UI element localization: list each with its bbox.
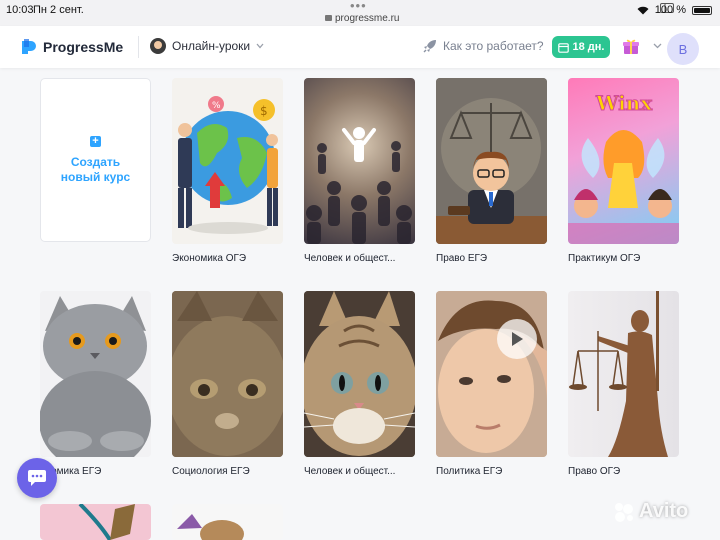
rocket-icon — [423, 40, 436, 53]
course-title[interactable]: Человек и общест... — [304, 466, 420, 477]
course-title[interactable]: Право ЕГЭ — [436, 253, 552, 264]
course-thumbnail-partial — [40, 504, 151, 540]
online-lessons-label: Онлайн-уроки — [172, 39, 251, 53]
course-thumbnail-tabby-cat — [304, 291, 415, 457]
course-title[interactable]: Политика ЕГЭ — [436, 466, 552, 477]
avito-logo-icon — [615, 502, 633, 522]
how-it-works-link[interactable]: Как это работает? — [423, 39, 544, 53]
course-thumbnail-society — [304, 78, 415, 244]
course-card[interactable]: Политика ЕГЭ — [436, 291, 548, 477]
wifi-icon — [637, 6, 649, 14]
chat-button[interactable] — [17, 458, 57, 498]
lessons-avatar-icon — [150, 38, 166, 54]
create-course-card[interactable]: + Создать новый курс — [40, 78, 151, 242]
logo[interactable]: ProgressMe — [20, 38, 123, 55]
course-card[interactable]: Winx Практикум ОГЭ — [568, 78, 680, 264]
avito-watermark: Avito — [613, 500, 688, 523]
svg-text:Winx: Winx — [595, 91, 653, 115]
course-title[interactable]: Экономика ОГЭ — [172, 253, 288, 264]
chat-icon — [28, 470, 46, 486]
battery-percent: 100 % — [654, 4, 686, 16]
course-thumbnail-grey-cat — [40, 291, 151, 457]
status-date: Пн 2 сент. — [33, 4, 84, 16]
course-thumbnail-blurry-cat — [172, 291, 283, 457]
plus-icon: + — [90, 135, 101, 147]
app-header: ProgressMe Онлайн-уроки Как это работает… — [0, 26, 720, 68]
course-thumbnail-law — [436, 78, 547, 244]
calendar-icon — [557, 42, 569, 53]
course-card[interactable]: $ % Экономика ОГЭ — [172, 78, 284, 264]
play-icon — [512, 332, 523, 346]
chevron-down-icon[interactable] — [653, 43, 662, 49]
course-card[interactable]: Право ЕГЭ — [436, 78, 548, 264]
course-card[interactable]: Социология ЕГЭ — [172, 291, 284, 477]
logo-text: ProgressMe — [43, 38, 124, 55]
course-title[interactable]: Право ОГЭ — [568, 466, 684, 477]
course-thumbnail-boy-video — [436, 291, 547, 457]
create-course-label: Создать новый курс — [60, 154, 131, 184]
trial-days-badge[interactable]: 18 дн. — [552, 36, 610, 58]
play-button[interactable] — [497, 319, 537, 359]
online-lessons-dropdown[interactable]: Онлайн-уроки — [150, 38, 264, 54]
course-title[interactable]: Практикум ОГЭ — [568, 253, 684, 264]
how-it-works-label: Как это работает? — [443, 39, 544, 53]
course-thumbnail-winx: Winx — [568, 78, 679, 244]
course-thumbnail-economy: $ % — [172, 78, 283, 244]
svg-text:%: % — [212, 101, 221, 111]
course-card[interactable]: ономика ЕГЭ — [40, 291, 152, 477]
course-card[interactable]: Человек и общест... — [304, 291, 416, 477]
avito-watermark-text: Avito — [639, 500, 689, 522]
address-bar[interactable]: progressme.ru — [325, 13, 399, 24]
svg-text:$: $ — [260, 104, 268, 118]
course-title[interactable]: Социология ЕГЭ — [172, 466, 288, 477]
course-card[interactable] — [172, 504, 284, 540]
course-title[interactable]: ономика ЕГЭ — [40, 466, 156, 477]
course-card[interactable]: Право ОГЭ — [568, 291, 680, 477]
chevron-down-icon — [256, 43, 264, 49]
battery-icon — [692, 5, 712, 15]
header-divider — [138, 36, 139, 58]
course-card[interactable] — [40, 504, 152, 540]
course-title[interactable]: Человек и общест... — [304, 253, 420, 264]
logo-icon — [22, 39, 36, 54]
course-thumbnail-lady-justice — [568, 291, 679, 457]
more-dots-icon[interactable]: ••• — [350, 0, 370, 13]
url-text: progressme.ru — [335, 13, 400, 24]
gift-icon[interactable] — [622, 37, 640, 55]
course-card[interactable]: Человек и общест... — [304, 78, 416, 264]
lock-icon — [325, 15, 332, 21]
status-bar: 10:03 Пн 2 сент. ••• progressme.ru 100 % — [0, 0, 720, 26]
user-avatar[interactable]: В — [667, 33, 699, 65]
course-thumbnail-partial — [172, 504, 283, 540]
trial-days-label: 18 дн. — [572, 41, 605, 53]
status-time: 10:03 — [6, 4, 34, 16]
